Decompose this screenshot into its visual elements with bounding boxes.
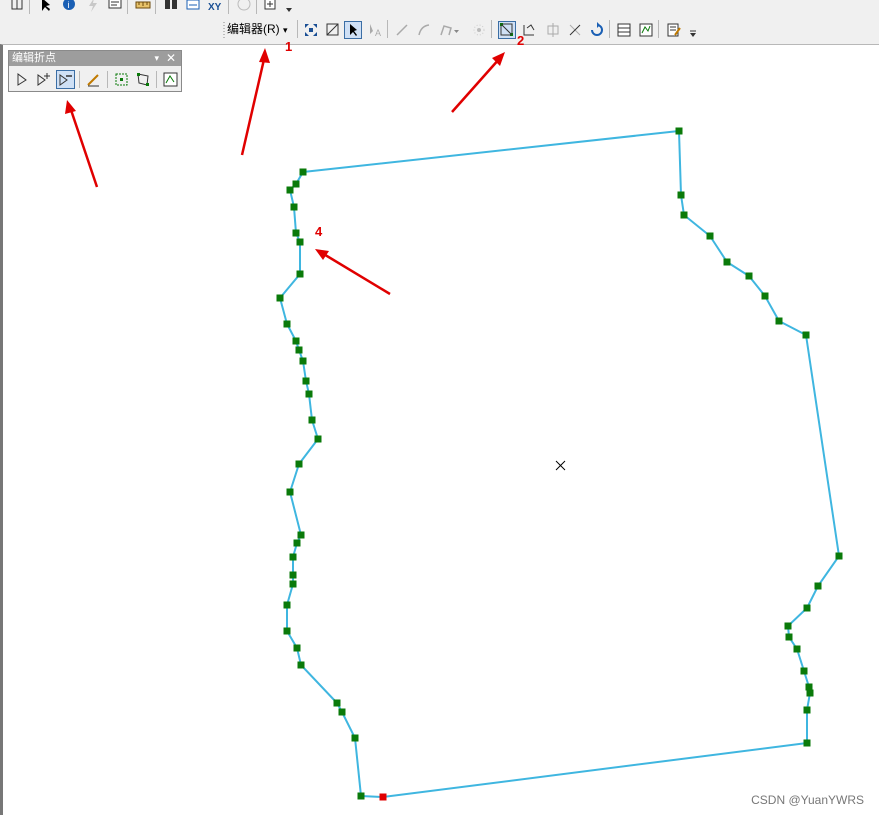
vertex[interactable] xyxy=(338,708,346,716)
vertex[interactable] xyxy=(675,127,683,135)
modify-sketch-vertices-icon[interactable] xyxy=(13,70,32,89)
vertex[interactable] xyxy=(289,553,297,561)
sketch-properties-icon[interactable] xyxy=(134,70,153,89)
vertex-tools xyxy=(13,70,181,90)
vertex[interactable] xyxy=(305,390,313,398)
vertex[interactable] xyxy=(785,633,793,641)
vertex[interactable] xyxy=(293,539,301,547)
vertex[interactable] xyxy=(803,739,811,747)
add-vertex-icon[interactable] xyxy=(34,70,53,89)
vertex[interactable] xyxy=(677,191,685,199)
vertex[interactable] xyxy=(302,377,310,385)
vertex[interactable] xyxy=(276,294,284,302)
vertex[interactable] xyxy=(292,337,300,345)
vertex[interactable] xyxy=(295,346,303,354)
vertex[interactable] xyxy=(286,488,294,496)
vertex[interactable] xyxy=(806,689,814,697)
vertex[interactable] xyxy=(299,168,307,176)
finish-sketch-icon[interactable] xyxy=(112,70,131,89)
vertex[interactable] xyxy=(289,571,297,579)
vertex[interactable] xyxy=(283,320,291,328)
generalize-icon[interactable] xyxy=(161,70,180,89)
vertex[interactable] xyxy=(706,232,714,240)
vertex[interactable] xyxy=(835,552,843,560)
vertex[interactable] xyxy=(800,667,808,675)
vertex[interactable] xyxy=(805,683,813,691)
vertex[interactable] xyxy=(357,792,365,800)
vertex[interactable] xyxy=(775,317,783,325)
selected-vertex[interactable] xyxy=(379,793,387,801)
vertex[interactable] xyxy=(299,357,307,365)
vertex[interactable] xyxy=(333,699,341,707)
annotation-number-1: 1 xyxy=(285,39,293,54)
vertex[interactable] xyxy=(297,531,305,539)
vertex[interactable] xyxy=(292,180,300,188)
vertex[interactable] xyxy=(286,186,294,194)
vertex[interactable] xyxy=(297,661,305,669)
vertex[interactable] xyxy=(745,272,753,280)
vertex[interactable] xyxy=(680,211,688,219)
vertex[interactable] xyxy=(802,331,810,339)
map-canvas[interactable] xyxy=(0,0,879,815)
vertex[interactable] xyxy=(723,258,731,266)
vertex[interactable] xyxy=(314,435,322,443)
watermark: CSDN @YuanYWRS xyxy=(751,793,864,807)
vertex[interactable] xyxy=(308,416,316,424)
edit-vertices-panel: 编辑折点 ▾ ✕ xyxy=(8,50,182,92)
close-icon[interactable]: ✕ xyxy=(166,51,176,66)
continue-feature-icon[interactable] xyxy=(84,70,103,89)
vertex[interactable] xyxy=(283,601,291,609)
vertex[interactable] xyxy=(283,627,291,635)
panel-title: 编辑折点 xyxy=(12,52,56,64)
vertex[interactable] xyxy=(289,580,297,588)
vertex[interactable] xyxy=(793,645,801,653)
dropdown-icon[interactable]: ▾ xyxy=(154,51,159,66)
vertex[interactable] xyxy=(295,460,303,468)
vertex[interactable] xyxy=(296,270,304,278)
vertex[interactable] xyxy=(803,706,811,714)
vertex[interactable] xyxy=(296,238,304,246)
vertex[interactable] xyxy=(803,604,811,612)
panel-title-bar[interactable]: 编辑折点 ▾ ✕ xyxy=(9,51,181,66)
vertex[interactable] xyxy=(761,292,769,300)
delete-vertex-icon[interactable] xyxy=(56,70,75,89)
center-marker xyxy=(555,460,566,471)
vertex[interactable] xyxy=(290,203,298,211)
annotation-number-2: 2 xyxy=(517,33,525,48)
vertex[interactable] xyxy=(292,229,300,237)
vertex[interactable] xyxy=(784,622,792,630)
annotation-number-4: 4 xyxy=(315,224,323,239)
vertex[interactable] xyxy=(814,582,822,590)
vertex[interactable] xyxy=(351,734,359,742)
vertex[interactable] xyxy=(293,644,301,652)
